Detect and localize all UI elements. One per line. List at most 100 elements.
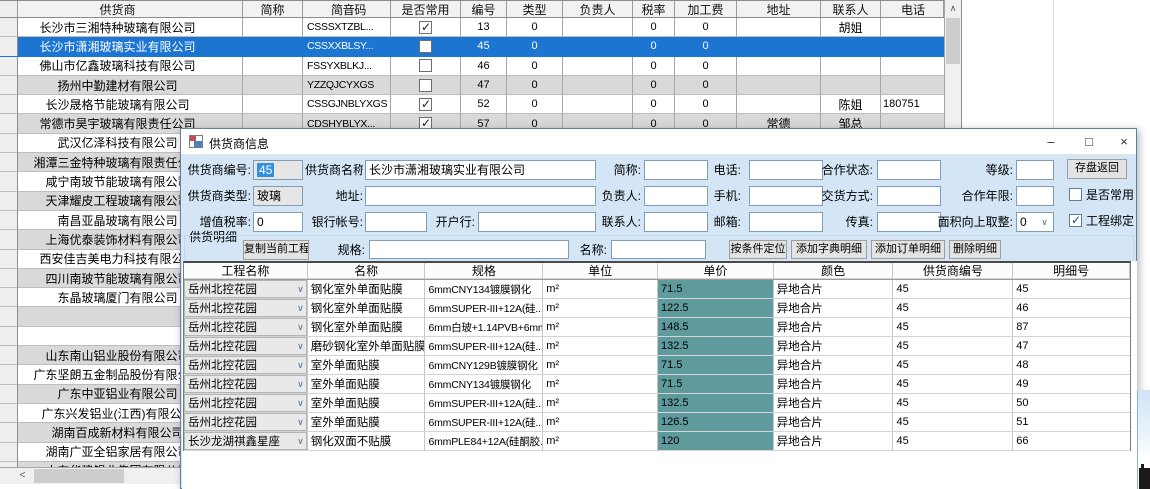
cell-type[interactable]: 0: [507, 95, 563, 114]
cell-color[interactable]: 异地合片: [774, 375, 894, 394]
cell-detail-no[interactable]: 48: [1013, 356, 1130, 375]
cell-price[interactable]: 132.5: [658, 337, 774, 356]
col-header-supplier[interactable]: 供货商: [18, 1, 243, 17]
bank-account-input[interactable]: [365, 212, 427, 232]
col-header-number[interactable]: 编号: [461, 1, 507, 17]
cell-name[interactable]: 钢化室外单面贴膜: [308, 318, 426, 337]
detail-row[interactable]: 岳州北控花园∨ 钢化室外单面贴膜 6mm白玻+1.14PVB+6mm... m²…: [184, 318, 1130, 337]
cell-spec[interactable]: 6mm白玻+1.14PVB+6mm...: [425, 318, 543, 337]
row-header-cell[interactable]: [0, 18, 18, 37]
cell-project[interactable]: 岳州北控花园∨: [184, 318, 308, 337]
horizontal-scroll-thumb[interactable]: [34, 469, 124, 483]
cell-price[interactable]: 132.5: [658, 394, 774, 413]
close-button[interactable]: ×: [1109, 129, 1139, 155]
chevron-down-icon[interactable]: ∨: [297, 319, 304, 335]
cell-spec[interactable]: 6mmSUPER-III+12A(硅...: [425, 299, 543, 318]
row-header-cell[interactable]: [0, 385, 18, 404]
cell-code[interactable]: CSSGJNBLYXGS: [303, 95, 391, 114]
address-input[interactable]: [365, 186, 596, 206]
row-header-cell[interactable]: [0, 404, 18, 423]
cell-project[interactable]: 岳州北控花园∨: [184, 394, 308, 413]
spec-filter-input[interactable]: [369, 240, 569, 259]
chevron-down-icon[interactable]: ∨: [297, 281, 304, 297]
cell-short-name[interactable]: [243, 18, 303, 37]
cell-supplier[interactable]: 扬州中勤建材有限公司: [18, 76, 243, 95]
cell-manager[interactable]: [563, 57, 633, 76]
cell-price[interactable]: 71.5: [658, 356, 774, 375]
cell-code[interactable]: CSSSXTZBL...: [303, 18, 391, 37]
mobile-input[interactable]: [749, 186, 823, 206]
col-header-contact[interactable]: 联系人: [821, 1, 881, 17]
cell-contact[interactable]: [821, 76, 881, 95]
common-checkbox[interactable]: [419, 21, 432, 34]
cell-detail-no[interactable]: 46: [1013, 299, 1130, 318]
col-header-short-name[interactable]: 简称: [243, 1, 303, 17]
cell-type[interactable]: 0: [507, 37, 563, 56]
cell-number[interactable]: 52: [461, 95, 507, 114]
cell-fee[interactable]: 0: [675, 95, 737, 114]
row-header-cell[interactable]: [0, 288, 18, 307]
project-combobox[interactable]: 岳州北控花园∨: [184, 318, 307, 336]
cell-common[interactable]: [391, 76, 461, 95]
cell-spec[interactable]: 6mmPLE84+12A(硅酮胶...: [425, 432, 543, 451]
detail-row[interactable]: 岳州北控花园∨ 室外单面贴膜 6mmCNY129B镀膜钢化 m² 71.5 异地…: [184, 356, 1130, 375]
project-combobox[interactable]: 岳州北控花园∨: [184, 280, 307, 298]
cell-project[interactable]: 岳州北控花园∨: [184, 280, 308, 299]
col-header-price[interactable]: 单价: [658, 263, 774, 279]
copy-current-project-button[interactable]: 复制当前工程: [243, 240, 309, 260]
cell-unit[interactable]: m²: [543, 356, 658, 375]
common-checkbox[interactable]: [419, 59, 432, 72]
chevron-down-icon[interactable]: ∨: [297, 414, 304, 430]
add-order-detail-button[interactable]: 添加订单明细: [871, 240, 945, 259]
col-header-supplier-no[interactable]: 供货商编号: [893, 263, 1013, 279]
table-row[interactable]: 长沙市潇湘玻璃实业有限公司 CSSXXBLSY... 45 0 0 0: [0, 37, 944, 56]
row-header-cell[interactable]: [0, 134, 18, 153]
cell-name[interactable]: 钢化室外单面贴膜: [308, 299, 426, 318]
cell-project[interactable]: 岳州北控花园∨: [184, 337, 308, 356]
cell-contact[interactable]: 陈姐: [821, 95, 881, 114]
chevron-down-icon[interactable]: ∨: [297, 433, 304, 449]
cell-address[interactable]: [737, 76, 821, 95]
col-header-tax[interactable]: 税率: [633, 1, 675, 17]
cell-supplier-no[interactable]: 45: [893, 356, 1013, 375]
detail-row[interactable]: 岳州北控花园∨ 磨砂钢化室外单面贴膜 6mmSUPER-III+12A(硅...…: [184, 337, 1130, 356]
cell-supplier-no[interactable]: 45: [893, 299, 1013, 318]
cell-project[interactable]: 长沙龙湖祺鑫星座∨: [184, 432, 308, 451]
cell-address[interactable]: [737, 57, 821, 76]
detail-row[interactable]: 岳州北控花园∨ 室外单面贴膜 6mmSUPER-III+12A(硅... m² …: [184, 394, 1130, 413]
cell-supplier-no[interactable]: 45: [893, 318, 1013, 337]
cell-unit[interactable]: m²: [543, 394, 658, 413]
cell-project[interactable]: 岳州北控花园∨: [184, 356, 308, 375]
maximize-button[interactable]: □: [1074, 129, 1104, 155]
chevron-down-icon[interactable]: ∨: [297, 376, 304, 392]
project-combobox[interactable]: 岳州北控花园∨: [184, 337, 307, 355]
cell-tax[interactable]: 0: [633, 95, 675, 114]
cell-color[interactable]: 异地合片: [774, 356, 894, 375]
cell-unit[interactable]: m²: [543, 318, 658, 337]
vat-rate-input[interactable]: 0: [253, 212, 303, 232]
scroll-up-icon[interactable]: ∧: [945, 0, 961, 17]
cell-supplier-no[interactable]: 45: [893, 394, 1013, 413]
row-header-cell[interactable]: [0, 230, 18, 249]
cell-color[interactable]: 异地合片: [774, 394, 894, 413]
cell-detail-no[interactable]: 51: [1013, 413, 1130, 432]
cell-project[interactable]: 岳州北控花园∨: [184, 413, 308, 432]
vertical-scroll-thumb[interactable]: [946, 18, 960, 64]
cell-contact[interactable]: [821, 57, 881, 76]
cell-project[interactable]: 岳州北控花园∨: [184, 375, 308, 394]
cell-spec[interactable]: 6mmCNY129B镀膜钢化: [425, 356, 543, 375]
cell-supplier[interactable]: 佛山市亿鑫玻璃科技有限公司: [18, 57, 243, 76]
bank-name-input[interactable]: [478, 212, 596, 232]
cell-unit[interactable]: m²: [543, 337, 658, 356]
cell-detail-no[interactable]: 47: [1013, 337, 1130, 356]
row-header-cell[interactable]: [0, 153, 18, 172]
cell-short-name[interactable]: [243, 37, 303, 56]
chevron-down-icon[interactable]: ∨: [297, 338, 304, 354]
common-use-checkbox[interactable]: [1069, 188, 1082, 201]
cell-unit[interactable]: m²: [543, 432, 658, 451]
cell-price[interactable]: 126.5: [658, 413, 774, 432]
cell-name[interactable]: 钢化室外单面贴膜: [308, 280, 426, 299]
cell-name[interactable]: 室外单面贴膜: [308, 375, 426, 394]
table-row[interactable]: 扬州中勤建材有限公司 YZZQJCYXGS 47 0 0 0: [0, 76, 944, 95]
cell-code[interactable]: YZZQJCYXGS: [303, 76, 391, 95]
